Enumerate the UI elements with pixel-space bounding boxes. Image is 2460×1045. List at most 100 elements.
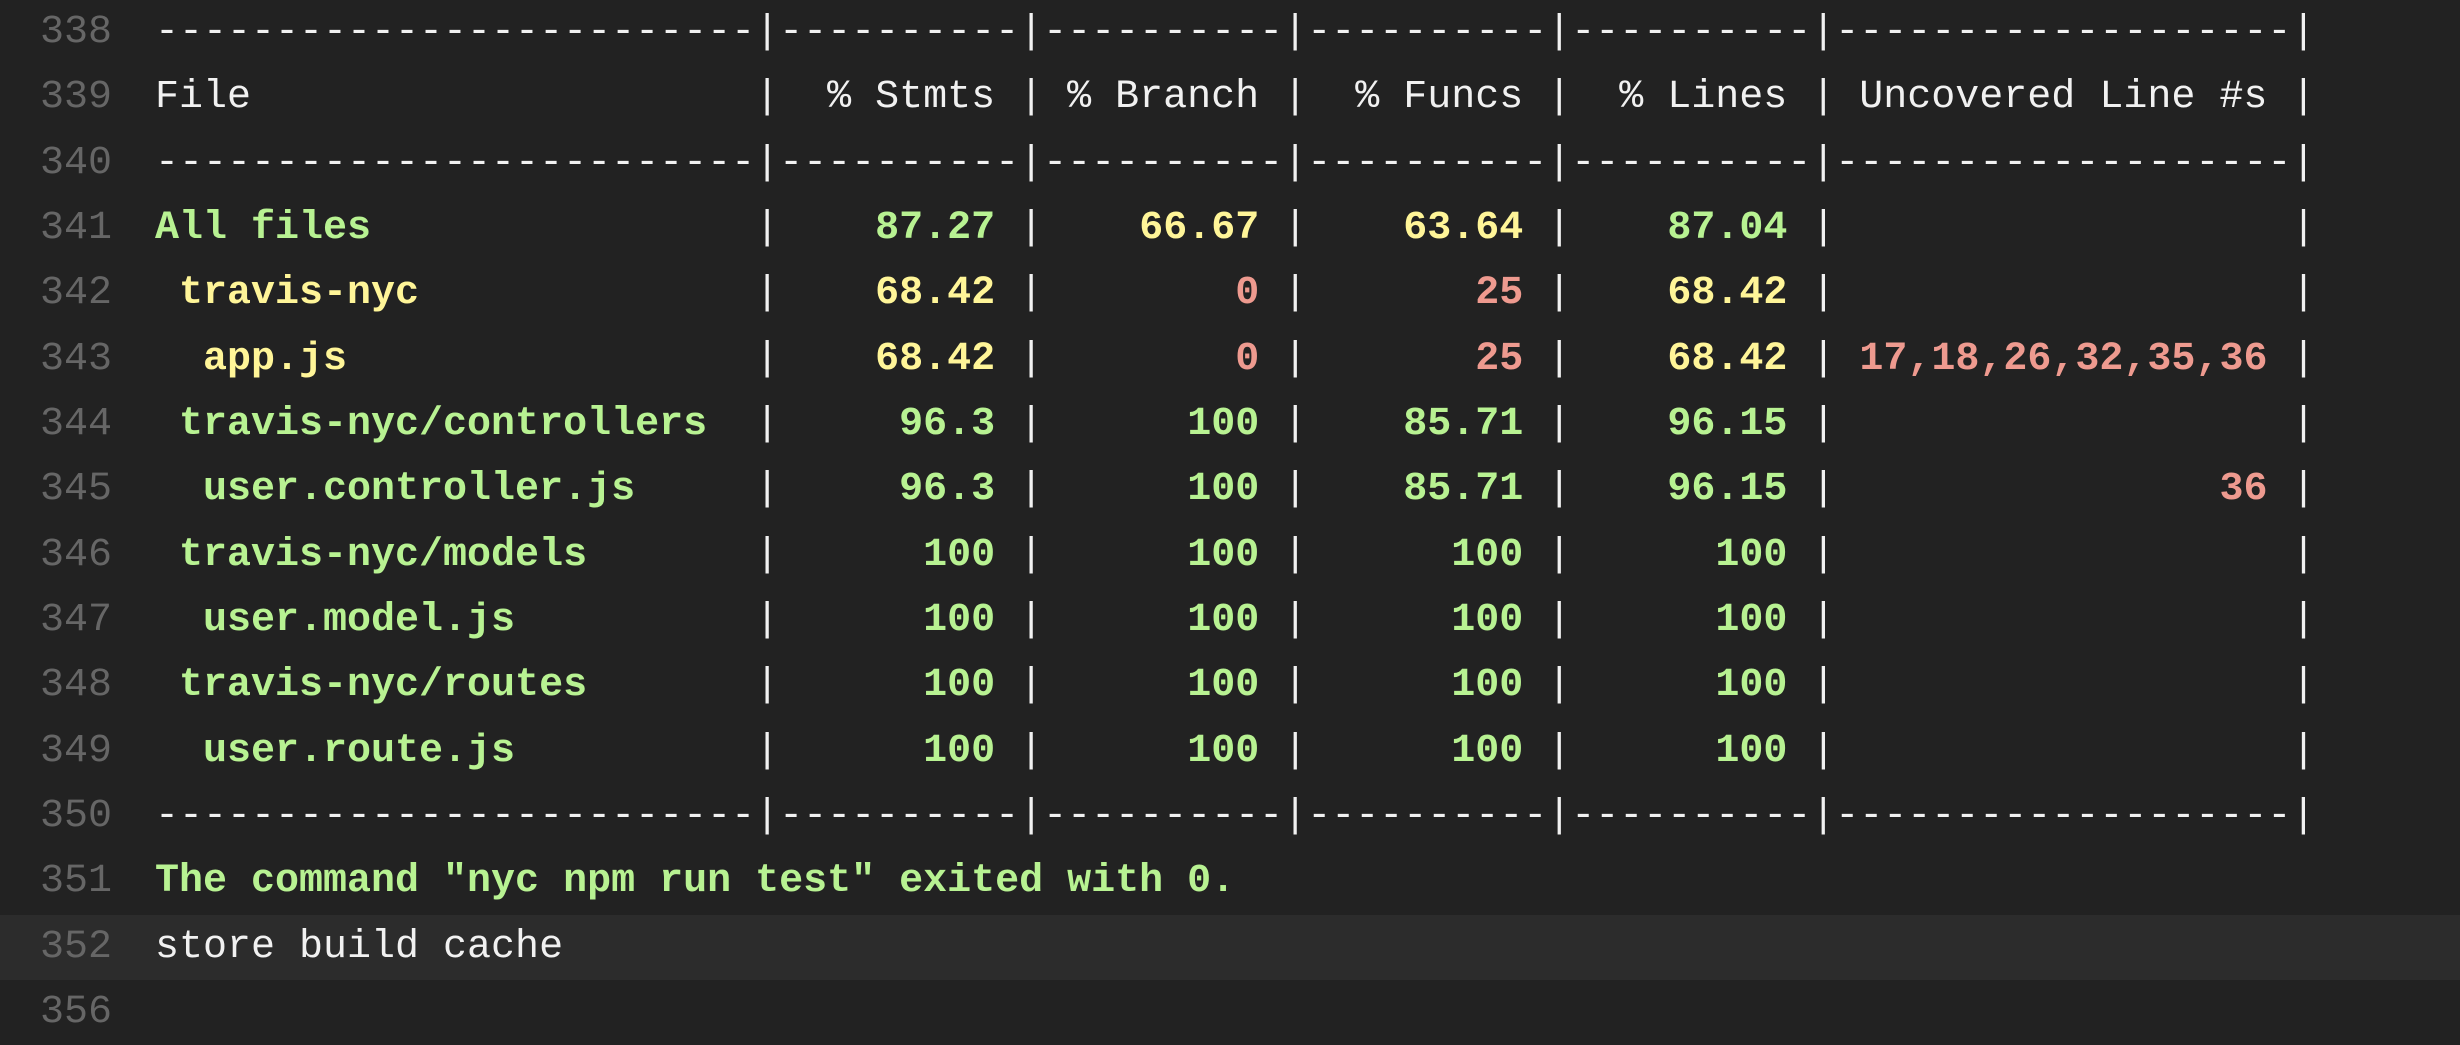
line-number[interactable]: 349 (0, 719, 112, 784)
log-segment: 100 (1043, 532, 1284, 578)
log-segment: | (755, 336, 780, 382)
log-segment: 96.3 (779, 467, 1020, 513)
log-segment: | (1283, 271, 1308, 317)
line-number[interactable]: 352 (0, 915, 112, 980)
log-text: user.controller.js | 96.3 | 100 | 85.71 … (155, 457, 2315, 522)
log-segment: 0 (1043, 271, 1284, 317)
log-segment (1835, 729, 2291, 774)
log-segment: 100 (1043, 597, 1284, 643)
log-segment: 85.71 (1307, 467, 1548, 513)
line-number[interactable]: 339 (0, 65, 112, 130)
log-segment: 100 (1571, 597, 1812, 643)
log-segment: | (1019, 401, 1044, 447)
log-segment: | (1019, 663, 1044, 709)
log-line: 356 (0, 980, 2460, 1040)
log-text: travis-nyc/models | 100 | 100 | 100 | 10… (155, 523, 2315, 588)
log-segment: | (1811, 663, 1836, 709)
log-line: 342 travis-nyc | 68.42 | 0 | 25 | 68.42 … (0, 261, 2460, 326)
log-segment: | (1547, 336, 1572, 382)
log-segment: 87.27 (779, 205, 1020, 251)
log-segment: | (1019, 336, 1044, 382)
log-segment: | (1019, 532, 1044, 578)
log-segment: 68.42 (1571, 336, 1812, 382)
log-segment: 100 (1043, 663, 1284, 709)
log-segment: | (2291, 205, 2316, 251)
log-segment: | (1283, 728, 1308, 774)
log-segment: -------------------------|----------|---… (155, 793, 2316, 839)
line-number[interactable]: 351 (0, 849, 112, 914)
line-number[interactable]: 356 (0, 980, 112, 1045)
log-segment: 96.15 (1571, 401, 1812, 447)
log-segment: | (1019, 597, 1044, 643)
log-text: travis-nyc/routes | 100 | 100 | 100 | 10… (155, 653, 2315, 718)
log-segment: | (1811, 205, 1836, 251)
line-number[interactable]: 346 (0, 523, 112, 588)
log-segment: | (1283, 401, 1308, 447)
log-segment: | (1547, 205, 1572, 251)
log-segment: All files (155, 205, 756, 251)
line-number[interactable]: 347 (0, 588, 112, 653)
line-number[interactable]: 341 (0, 196, 112, 261)
log-segment: 85.71 (1307, 401, 1548, 447)
log-segment: | (1811, 401, 1836, 447)
log-segment: | (1019, 467, 1044, 513)
log-segment: | (1811, 336, 1836, 382)
log-segment: | (2291, 467, 2316, 513)
line-number[interactable]: 340 (0, 131, 112, 196)
log-segment: | (2291, 597, 2316, 643)
log-text: travis-nyc/controllers | 96.3 | 100 | 85… (155, 392, 2315, 457)
log-segment: | (1019, 728, 1044, 774)
log-segment: 25 (1307, 271, 1548, 317)
log-segment: | (2291, 532, 2316, 578)
log-segment: 63.64 (1307, 205, 1548, 251)
log-text: -------------------------|----------|---… (155, 131, 2315, 196)
log-line: 345 user.controller.js | 96.3 | 100 | 85… (0, 457, 2460, 522)
log-segment: 96.3 (779, 401, 1020, 447)
log-line: 352 store build cache (0, 914, 2460, 980)
log-line: 344 travis-nyc/controllers | 96.3 | 100 … (0, 392, 2460, 457)
log-line: 339 File | % Stmts | % Branch | % Funcs |… (0, 65, 2460, 130)
line-number[interactable]: 348 (0, 653, 112, 718)
log-segment: | (1283, 532, 1308, 578)
log-segment: 25 (1307, 336, 1548, 382)
log-segment: 100 (1043, 401, 1284, 447)
log-segment: 100 (1571, 532, 1812, 578)
log-segment: | (1283, 336, 1308, 382)
build-log: 338 -------------------------|----------|… (0, 0, 2460, 1040)
log-segment: | (1811, 597, 1836, 643)
log-segment: | (1283, 467, 1308, 513)
line-number[interactable]: 343 (0, 327, 112, 392)
log-segment: store build cache (155, 924, 564, 970)
log-line: 346 travis-nyc/models | 100 | 100 | 100 … (0, 523, 2460, 588)
log-segment: 87.04 (1571, 205, 1812, 251)
log-segment: The command "nyc npm run test" exited wi… (155, 859, 1236, 905)
log-segment: | (1019, 271, 1044, 317)
log-line: 340 -------------------------|----------|… (0, 131, 2460, 196)
log-segment: | (1283, 205, 1308, 251)
log-segment: | (755, 205, 780, 251)
log-line: 343 app.js | 68.42 | 0 | 25 | 68.42 | 17… (0, 327, 2460, 392)
log-segment: | (2291, 663, 2316, 709)
log-segment: -------------------------|----------|---… (155, 10, 2316, 55)
log-segment: | (1547, 663, 1572, 709)
log-text: store build cache (155, 915, 563, 980)
log-segment: | (1547, 597, 1572, 643)
line-number[interactable]: 350 (0, 784, 112, 849)
line-number[interactable]: 345 (0, 457, 112, 522)
log-segment: 100 (1571, 728, 1812, 774)
log-segment: 100 (779, 532, 1020, 578)
log-segment: 100 (779, 728, 1020, 774)
log-segment: | (755, 597, 780, 643)
log-line: 348 travis-nyc/routes | 100 | 100 | 100 … (0, 653, 2460, 718)
log-segment: user.route.js (155, 728, 756, 774)
log-segment: | (1547, 467, 1572, 513)
line-number[interactable]: 344 (0, 392, 112, 457)
log-segment: | (2291, 401, 2316, 447)
line-number[interactable]: 342 (0, 261, 112, 326)
log-segment: travis-nyc/routes (155, 663, 756, 709)
line-number[interactable]: 338 (0, 0, 112, 65)
log-segment: 68.42 (1571, 271, 1812, 317)
log-text: All files | 87.27 | 66.67 | 63.64 | 87.0… (155, 196, 2315, 261)
log-line: 341 All files | 87.27 | 66.67 | 63.64 | 8… (0, 196, 2460, 261)
log-segment: | (755, 271, 780, 317)
